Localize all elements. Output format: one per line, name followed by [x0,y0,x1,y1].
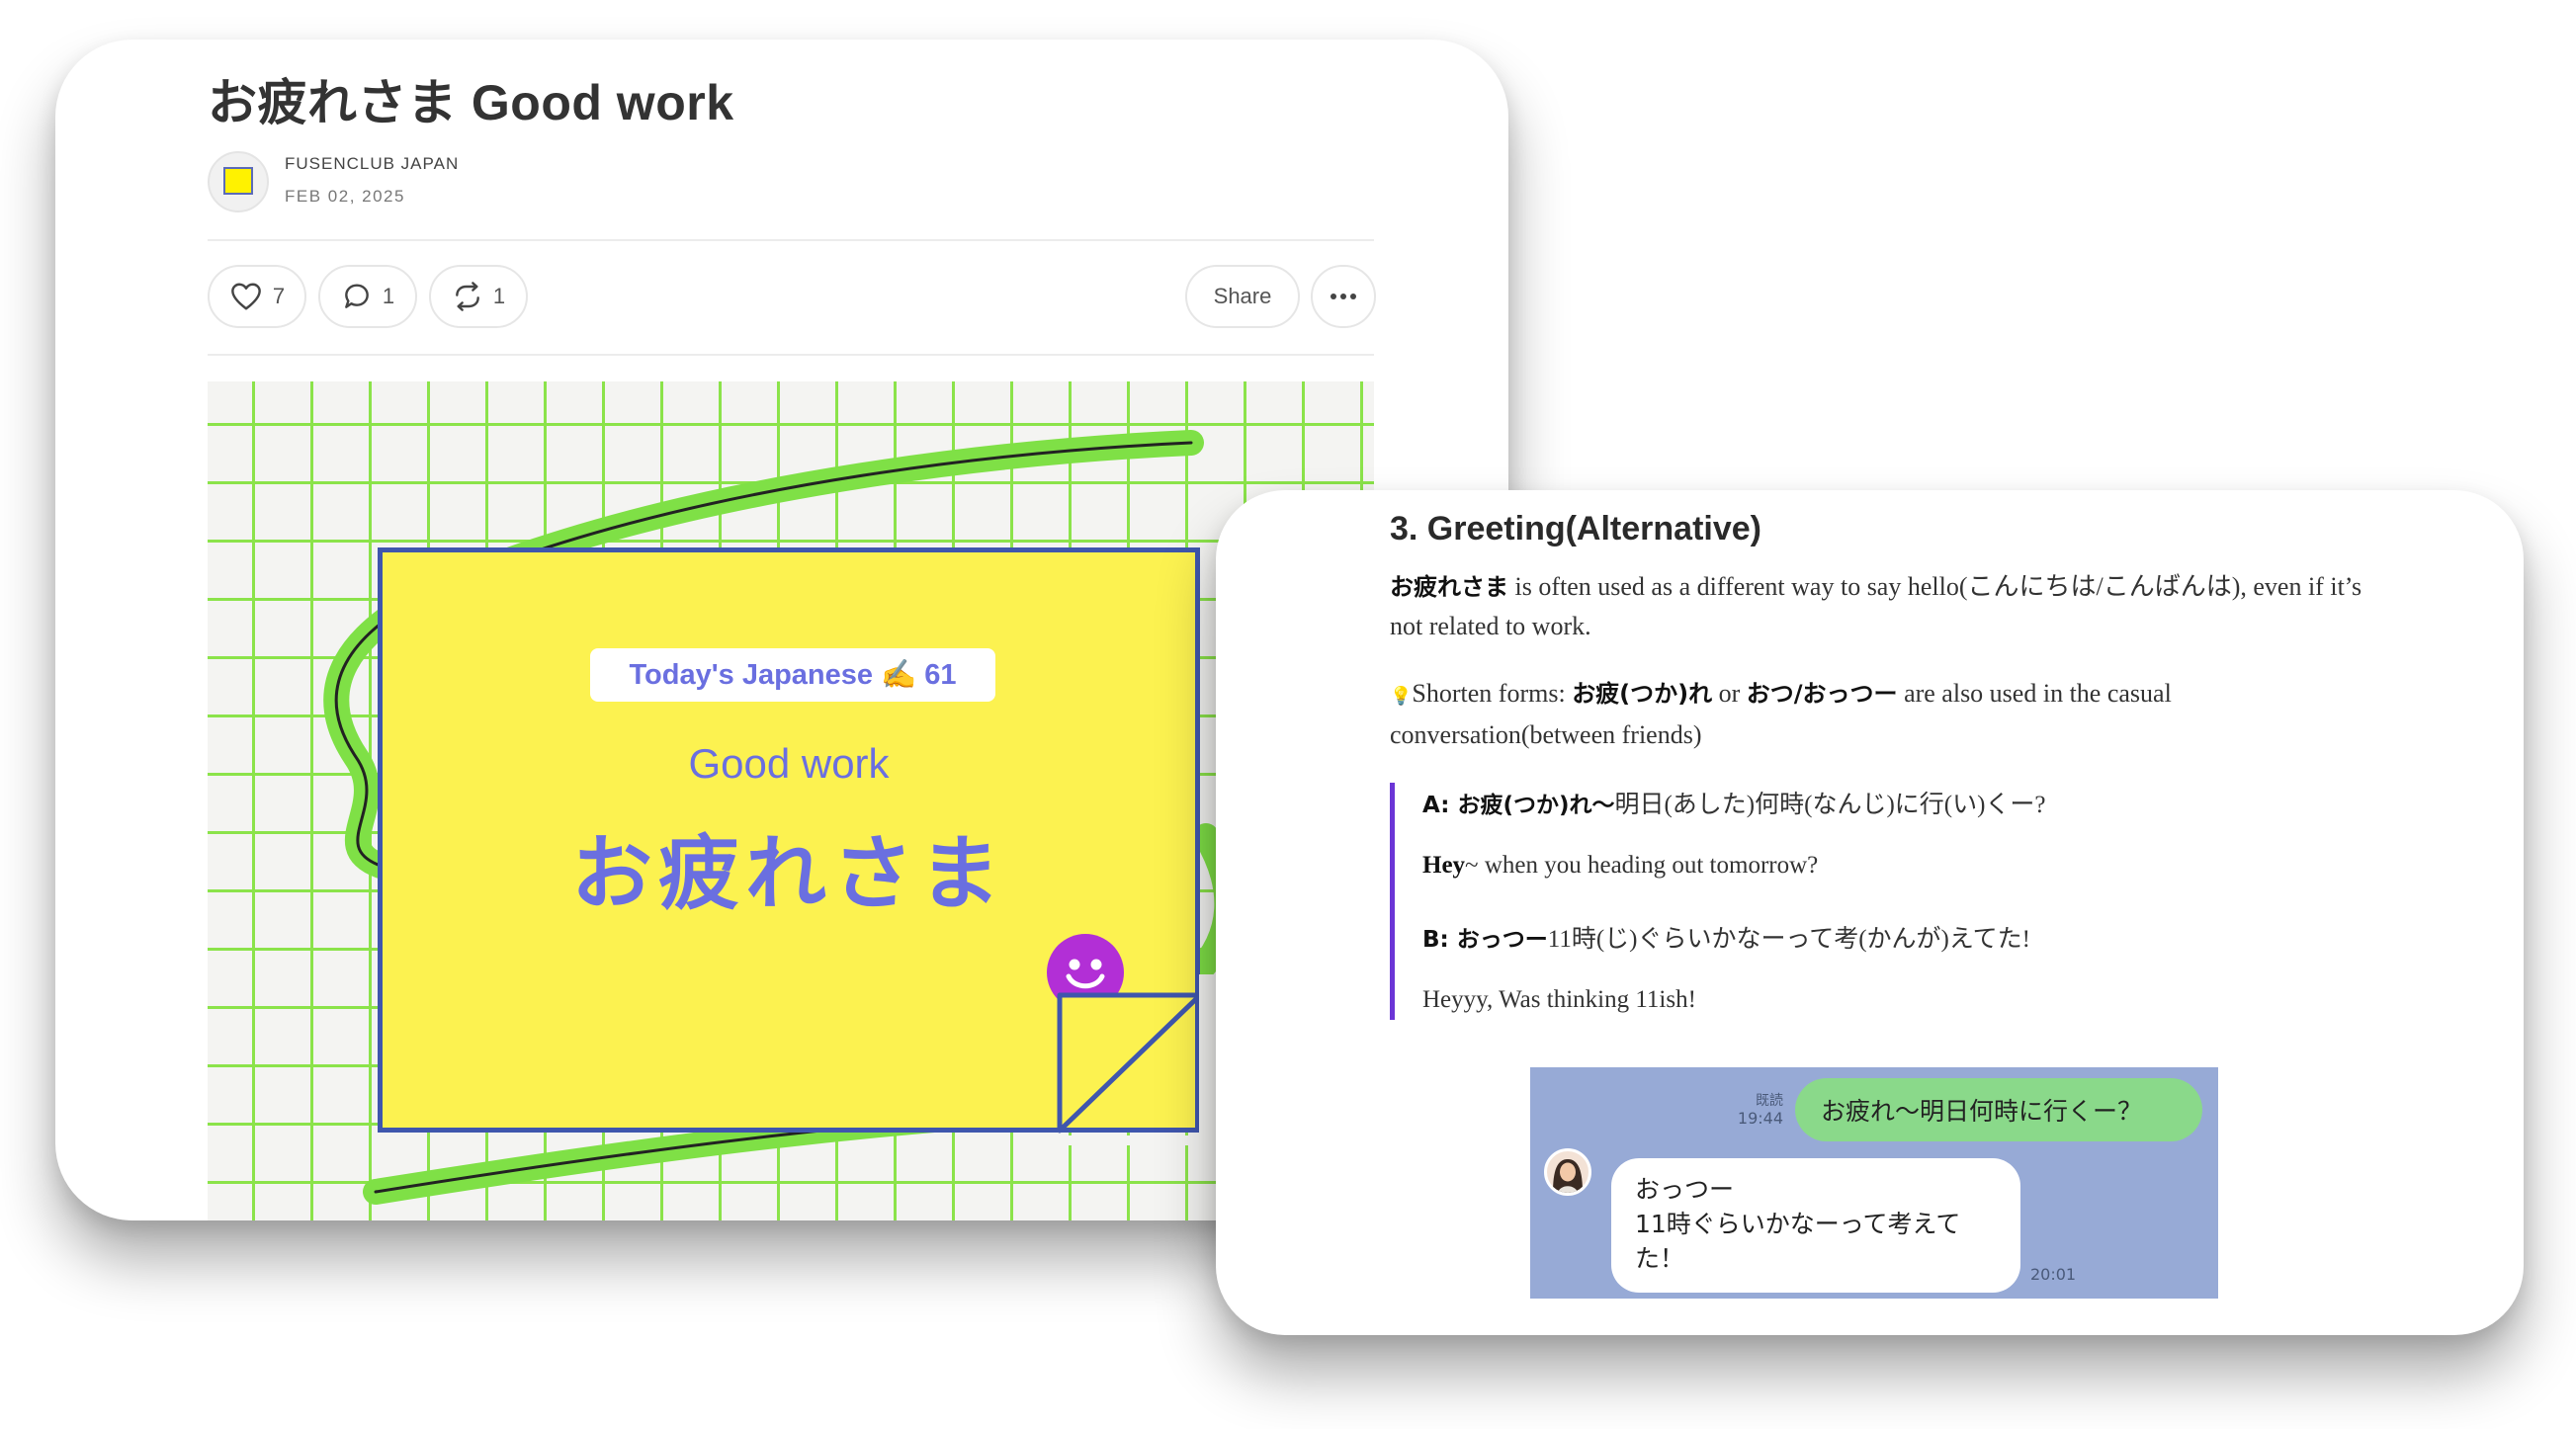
dialogue-bold: Hey [1422,852,1466,879]
author-avatar[interactable] [208,151,269,212]
sent-message-bubble: お疲れ〜明日何時に行くー？ [1795,1078,2202,1141]
hero-english: Good work [688,740,890,787]
author-name[interactable]: FUSENCLUB JAPAN [285,154,459,174]
speaker-label: A: [1422,793,1458,818]
dialogue-bold: お疲(つか)れ〜 [1457,793,1615,818]
avatar [1544,1148,1591,1196]
section-heading: 3. Greeting(Alternative) [1390,510,1761,547]
dialogue-line-b: B: おっつー11時(じ)ぐらいかなーって考(かんが)えてた! [1422,919,2030,955]
lightbulb-icon: 💡 [1390,686,1413,706]
reply-time: 20:01 [2030,1265,2077,1284]
share-button[interactable]: Share [1185,265,1300,328]
post-date: FEB 02, 2025 [285,187,405,206]
todays-japanese-tag: Today's Japanese ✍️ 61 [590,648,995,702]
post-title: お疲れさま Good work [208,75,734,130]
divider [208,354,1374,356]
paragraph-text: Shorten forms: [1412,679,1573,708]
restack-icon [456,282,479,311]
hero-image[interactable]: Today's Japanese ✍️ 61 Good work お疲れさま [208,381,1374,1220]
dialogue-text: 11時(じ)ぐらいかなーって考(かんが)えてた! [1547,926,2030,953]
sticky-note-logo-icon [223,167,253,195]
read-label: 既読 [1756,1093,1783,1109]
dialogue-translation-a: Hey~ when you heading out tomorrow? [1422,852,1818,880]
like-count: 7 [272,284,286,308]
dialogue-blockquote: A: お疲(つか)れ〜明日(あした)何時(なんじ)に行(い)くー? Hey~ w… [1390,783,2383,1020]
reply-line: 11時ぐらいかなーって考えて [1635,1210,1961,1238]
term-short-form-1: お疲(つか)れ [1572,680,1713,708]
reply-line: た！ [1635,1244,1685,1273]
heart-icon [231,283,261,310]
divider [208,239,1374,241]
term-otsukaresama: お疲れさま [1390,573,1508,601]
paragraph-usage: お疲れさま is often used as a different way t… [1390,567,2388,646]
restack-button[interactable]: 1 [429,265,528,328]
more-options-button[interactable] [1311,265,1376,328]
speaker-label: B: [1422,927,1457,953]
chat-screenshot: 既読 19:44 お疲れ〜明日何時に行くー？ おっつー 11時ぐらいかなーって考… [1530,1067,2218,1299]
restack-count: 1 [492,284,506,308]
paragraph-joiner: or [1712,679,1747,708]
reply-line: おっつー [1635,1175,1735,1204]
sent-time: 19:44 [1737,1109,1783,1128]
dialogue-text: 明日(あした)何時(なんじ)に行(い)くー? [1614,792,2046,818]
dialogue-line-a: A: お疲(つか)れ〜明日(あした)何時(なんじ)に行(い)くー? [1422,785,2046,820]
comment-count: 1 [382,284,395,308]
paragraph-short-forms: 💡Shorten forms: お疲(つか)れ or おつ/おっつー are a… [1390,674,2388,755]
article-card: 3. Greeting(Alternative) お疲れさま is often … [1216,490,2524,1335]
read-receipt: 既読 19:44 [1728,1092,1783,1128]
term-short-form-2: おつ/おっつー [1746,680,1898,708]
like-button[interactable]: 7 [208,265,306,328]
share-label: Share [1213,284,1272,308]
dialogue-text: Heyyy, Was thinking 11ish! [1422,986,1696,1013]
hero-japanese: お疲れさま [570,827,1006,921]
comment-button[interactable]: 1 [318,265,417,328]
reply-message-bubble: おっつー 11時ぐらいかなーって考えて た！ [1611,1158,2020,1293]
more-icon [1331,294,1356,299]
sticky-note: Today's Japanese ✍️ 61 Good work お疲れさま [378,547,1200,1133]
smiley-icon [1047,934,1124,1011]
paragraph-text: is often used as a different way to say … [1390,572,2362,640]
dialogue-text: ~ when you heading out tomorrow? [1465,852,1819,879]
dialogue-translation-b: Heyyy, Was thinking 11ish! [1422,986,1696,1014]
dialogue-bold: おっつー [1456,927,1548,953]
comment-icon [345,284,369,308]
